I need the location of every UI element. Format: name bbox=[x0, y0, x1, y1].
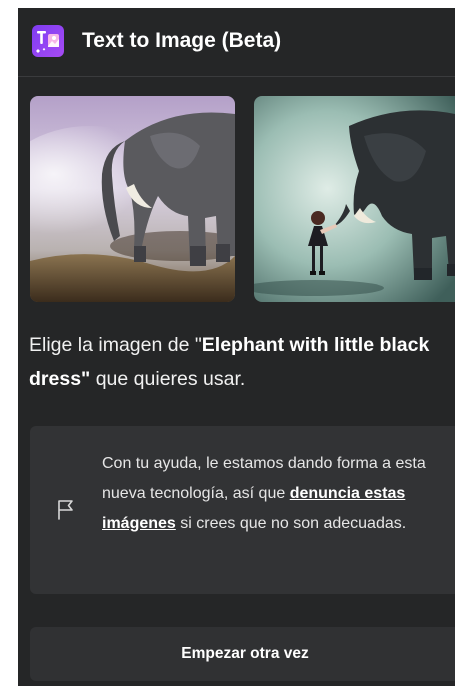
feedback-message: Con tu ayuda, le estamos dando forma a e… bbox=[102, 449, 442, 539]
panel-header: Text to Image (Beta) bbox=[18, 8, 455, 77]
text-to-image-app-icon bbox=[32, 25, 64, 57]
panel-title: Text to Image (Beta) bbox=[82, 29, 282, 52]
description-suffix-quote: " bbox=[81, 368, 91, 390]
start-over-button[interactable]: Empezar otra vez bbox=[30, 627, 455, 681]
selection-instructions: Elige la imagen de "Elephant with little… bbox=[29, 328, 453, 396]
description-prefix: Elige la imagen de " bbox=[29, 334, 202, 356]
result-image-2[interactable] bbox=[254, 96, 455, 302]
flag-icon bbox=[56, 498, 76, 520]
text-to-image-panel: Text to Image (Beta) Elige la imagen de … bbox=[18, 8, 455, 686]
feedback-card: Con tu ayuda, le estamos dando forma a e… bbox=[30, 426, 455, 594]
result-image-1[interactable] bbox=[30, 96, 235, 302]
feedback-text-after: si crees que no son adecuadas. bbox=[175, 515, 407, 532]
description-suffix: que quieres usar. bbox=[90, 368, 246, 390]
